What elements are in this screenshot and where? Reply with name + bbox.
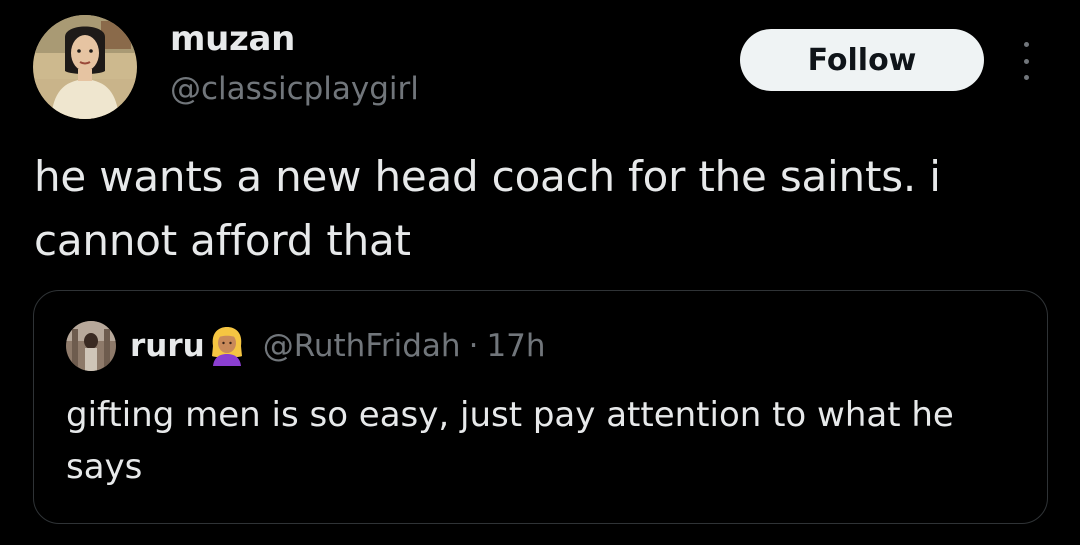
quoted-tweet[interactable]: ruru @RuthFridah · 17h gifting men is so…: [33, 290, 1048, 524]
author-handle[interactable]: @classicplaygirl: [170, 68, 419, 110]
quote-timestamp[interactable]: 17h: [486, 328, 545, 364]
quote-author-handle[interactable]: @RuthFridah: [263, 328, 461, 364]
cartoon-woman-avatar-icon: [33, 15, 137, 119]
quote-header: ruru @RuthFridah · 17h: [130, 323, 546, 369]
more-vertical-icon-dot: [1023, 75, 1029, 80]
separator-dot: ·: [468, 328, 479, 364]
tweet-text: he wants a new head coach for the saints…: [34, 152, 941, 265]
author-display-name[interactable]: muzan: [170, 16, 295, 62]
follow-button[interactable]: Follow: [740, 29, 984, 91]
photo-avatar-icon: [66, 321, 116, 371]
quote-author-display-name[interactable]: ruru: [130, 328, 205, 364]
tweet: muzan @classicplaygirl Follow he wants a…: [0, 0, 1080, 545]
author-avatar[interactable]: [33, 15, 137, 119]
more-vertical-icon-dot: [1023, 58, 1029, 64]
quote-author-avatar[interactable]: [66, 321, 116, 371]
quote-text: gifting men is so easy, just pay attenti…: [66, 395, 954, 487]
more-options-button[interactable]: [1012, 40, 1040, 82]
woman-blond-hair-emoji-icon: [209, 326, 245, 366]
more-vertical-icon: [1023, 42, 1029, 47]
